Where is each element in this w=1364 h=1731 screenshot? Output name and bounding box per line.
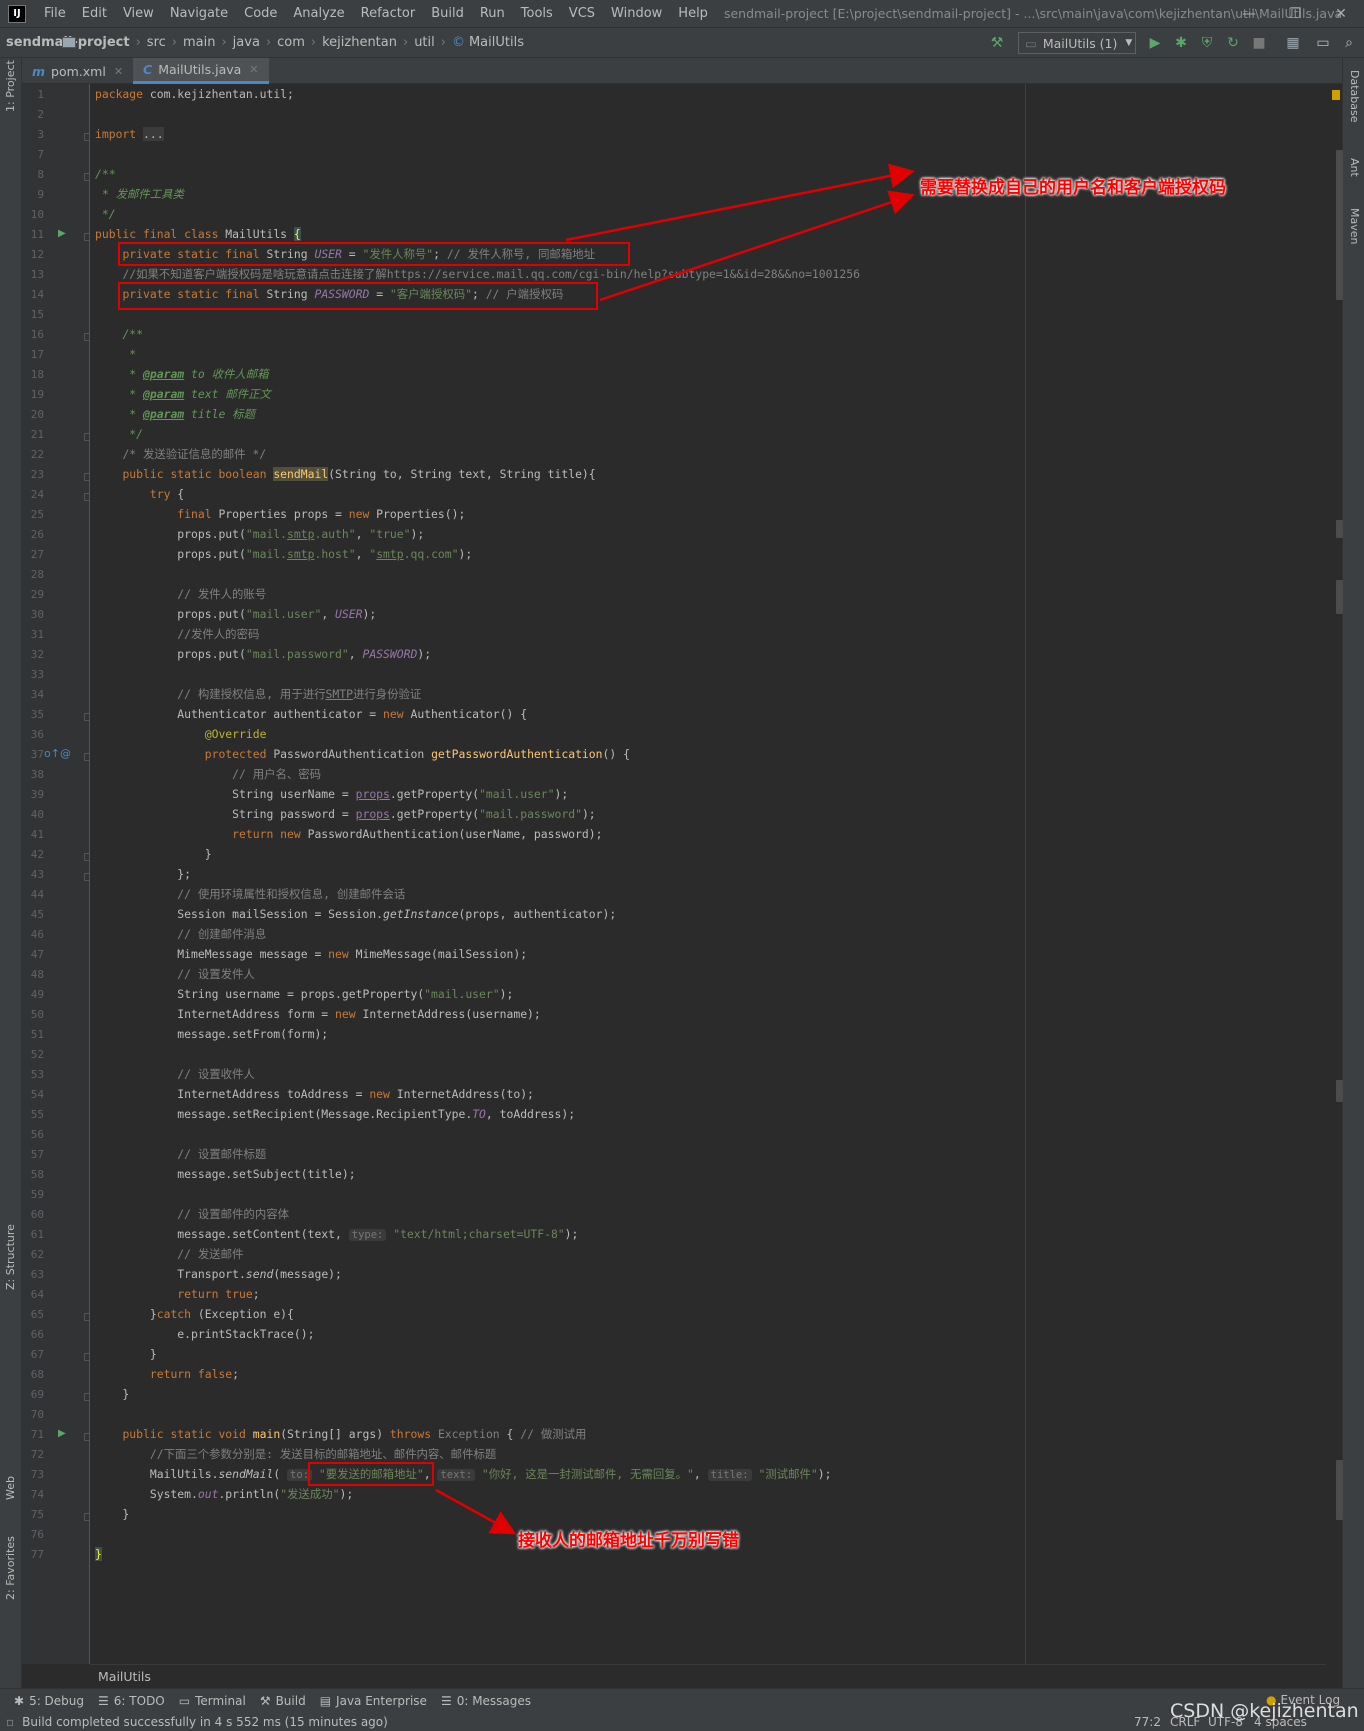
stripe-mark	[1336, 520, 1343, 538]
editor-scrollbar[interactable]	[1326, 84, 1342, 1664]
status-toggle-icon[interactable]: ▫	[6, 1715, 14, 1729]
bottom-tab-icon: ☰	[440, 1693, 452, 1708]
arrow-to-recipient	[435, 1488, 517, 1535]
caret-position[interactable]: 77:2	[1134, 1715, 1161, 1729]
annotation-bottom: 接收人的邮箱地址千万别写错	[518, 1531, 739, 1551]
status-message: Build completed successfully in 4 s 552 …	[22, 1714, 388, 1729]
bottom-tab-icon: ✱	[14, 1693, 25, 1708]
stripe-mark	[1336, 1460, 1343, 1520]
bottom-tab-java-enterprise[interactable]: ▤ Java Enterprise	[320, 1694, 427, 1708]
bottom-tab-icon: ▭	[178, 1693, 191, 1708]
bottom-tab-icon: ▤	[319, 1693, 332, 1708]
status-bar: ▫ Build completed successfully in 4 s 55…	[0, 1712, 1364, 1731]
stripe-mark	[1336, 580, 1343, 614]
arrow-to-password	[599, 190, 915, 302]
bottom-tab-6-todo[interactable]: ☰ 6: TODO	[98, 1694, 165, 1708]
stripe-mark	[1336, 1080, 1343, 1102]
annotation-top: 需要替换成自己的用户名和客户端授权码	[920, 178, 1226, 198]
watermark: CSDN @kejizhentan	[1170, 1700, 1359, 1722]
bottom-tab-terminal[interactable]: ▭ Terminal	[179, 1694, 246, 1708]
bottom-tab-5-debug[interactable]: ✱ 5: Debug	[14, 1694, 84, 1708]
warning-marker-icon	[1332, 90, 1340, 100]
bottom-tool-tabs: ✱ 5: Debug ☰ 6: TODO ▭ Terminal ⚒ Build ▤ Java En…	[0, 1688, 1364, 1712]
bottom-tab-icon: ⚒	[259, 1693, 271, 1708]
bottom-tab-icon: ☰	[98, 1693, 109, 1708]
bottom-tab-0-messages[interactable]: ☰ 0: Messages	[441, 1694, 531, 1708]
annotation-arrows	[435, 163, 915, 1535]
bottom-tab-build[interactable]: ⚒ Build	[260, 1694, 306, 1708]
arrow-to-user	[565, 163, 915, 242]
editor-breadcrumb[interactable]: MailUtils	[90, 1664, 1326, 1688]
scroll-thumb[interactable]	[1336, 150, 1343, 300]
